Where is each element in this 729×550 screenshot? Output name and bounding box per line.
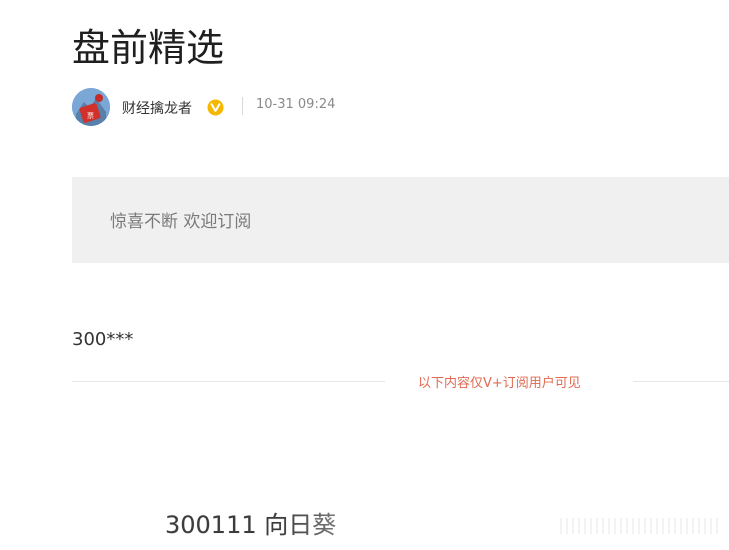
avatar-image: 票 — [72, 88, 110, 126]
verified-badge-icon — [207, 99, 224, 116]
blurred-text-tail — [560, 518, 720, 534]
stock-code-text: 300*** — [72, 329, 134, 350]
divider-left — [72, 381, 385, 382]
divider-right — [633, 381, 729, 382]
author-name[interactable]: 财经擒龙者 — [122, 98, 192, 118]
divider — [242, 97, 243, 115]
avatar[interactable]: 票 — [72, 88, 110, 126]
publish-time: 10-31 09:24 — [256, 97, 336, 112]
banner-text: 惊喜不断 欢迎订阅 — [110, 212, 252, 232]
svg-text:票: 票 — [87, 112, 94, 120]
article-title: 盘前精选 — [72, 26, 225, 70]
subscribe-banner[interactable]: 惊喜不断 欢迎订阅 — [72, 177, 729, 263]
locked-content-notice: 以下内容仅V+订阅用户可见 — [418, 376, 581, 391]
author-info: 票 财经擒龙者 10-31 09:24 — [72, 88, 472, 128]
